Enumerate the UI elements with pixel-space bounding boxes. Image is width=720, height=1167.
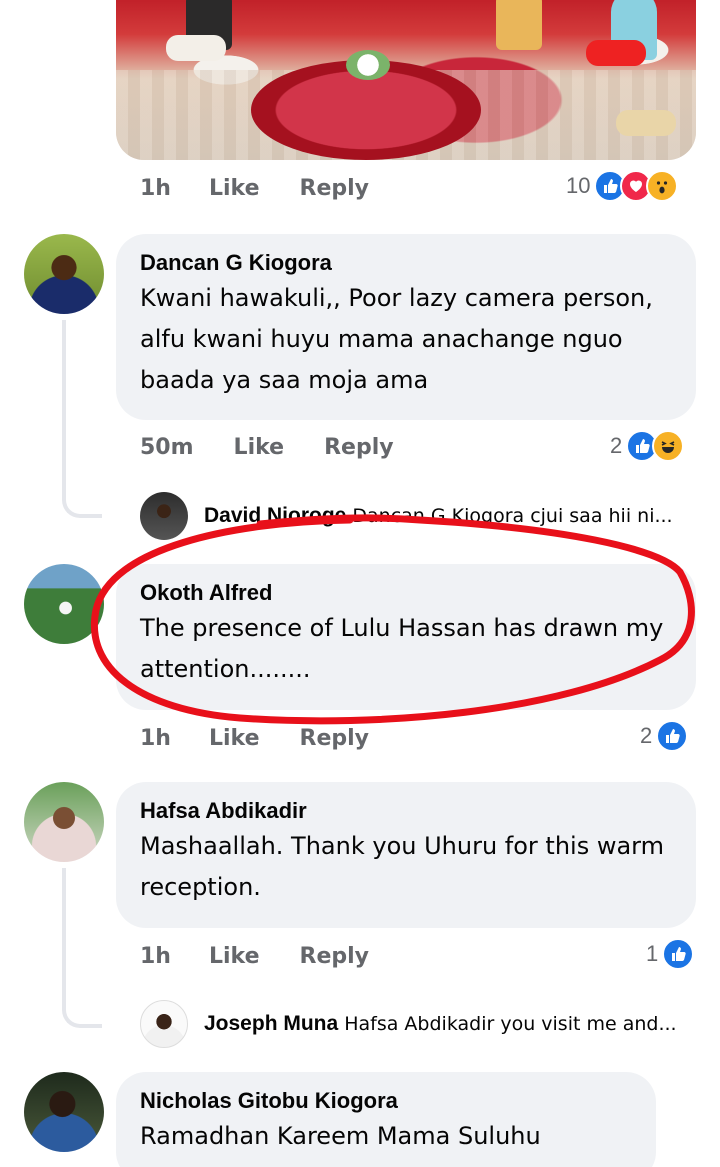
like-reaction-icon [662,938,695,970]
photo-cushion [166,35,226,61]
comment-action-row: 1h Like Reply [140,944,369,969]
comment-bubble: Dancan G Kiogora Kwani hawakuli,, Poor l… [116,234,696,420]
photo-flowers [346,50,390,80]
thread-line [62,320,102,518]
reply-author: David Njoroge [204,504,347,527]
comment-author[interactable]: Hafsa Abdikadir [140,798,672,824]
reaction-count: 2 [610,433,623,458]
comment-bubble: Hafsa Abdikadir Mashaallah. Thank you Uh… [116,782,696,928]
comment-action-row: 1h Like Reply [140,726,369,751]
reply-snippet: Dancan G Kiogora cjui saa hii ni... [352,505,673,527]
post-action-row: 1h Like Reply [140,176,369,201]
avatar[interactable] [24,1072,104,1152]
photo-cushion [616,110,676,136]
avatar[interactable] [140,492,188,540]
reply-preview[interactable]: David Njoroge Dancan G Kiogora cjui saa … [204,504,673,528]
comment-author[interactable]: Dancan G Kiogora [140,250,672,276]
comment-time: 50m [140,435,194,460]
avatar[interactable] [140,1000,188,1048]
like-button[interactable]: Like [209,726,260,751]
reaction-count: 2 [640,723,653,748]
like-reaction-icon [656,720,689,752]
comment-time: 1h [140,726,171,751]
comment-bubble: Okoth Alfred The presence of Lulu Hassan… [116,564,696,710]
reply-button[interactable]: Reply [300,944,370,969]
photo-person [496,0,542,50]
avatar[interactable] [24,564,104,644]
wow-reaction-icon [646,170,679,202]
comment-time: 1h [140,944,171,969]
comment-text: The presence of Lulu Hassan has drawn my… [140,614,664,683]
reaction-count: 10 [566,173,591,198]
haha-reaction-icon [652,430,685,462]
post-photo[interactable] [116,0,696,160]
photo-cushion [586,40,646,66]
thread-line [62,868,102,1028]
like-button[interactable]: Like [234,435,285,460]
reply-author: Joseph Muna [204,1012,339,1035]
reply-button[interactable]: Reply [300,176,370,201]
reply-button[interactable]: Reply [300,726,370,751]
reply-snippet: Hafsa Abdikadir you visit me and... [344,1013,677,1035]
comment-author[interactable]: Okoth Alfred [140,580,672,606]
like-button[interactable]: Like [209,944,260,969]
reaction-summary[interactable]: 2 [640,720,689,752]
post-time: 1h [140,176,171,201]
reply-button[interactable]: Reply [324,435,394,460]
like-button[interactable]: Like [209,176,260,201]
comment-text: Ramadhan Kareem Mama Suluhu Hassan. [140,1122,541,1167]
comment-text: Kwani hawakuli,, Poor lazy camera person… [140,284,653,394]
reaction-summary[interactable]: 10 [566,170,679,202]
reply-preview[interactable]: Joseph Muna Hafsa Abdikadir you visit me… [204,1012,677,1036]
comment-bubble: Nicholas Gitobu Kiogora Ramadhan Kareem … [116,1072,656,1167]
reaction-summary[interactable]: 2 [610,430,685,462]
avatar[interactable] [24,234,104,314]
reaction-count: 1 [646,941,659,966]
reaction-summary[interactable]: 1 [646,938,695,970]
comment-author[interactable]: Nicholas Gitobu Kiogora [140,1088,632,1114]
avatar[interactable] [24,782,104,862]
comment-action-row: 50m Like Reply [140,435,394,460]
comment-text: Mashaallah. Thank you Uhuru for this war… [140,832,665,901]
